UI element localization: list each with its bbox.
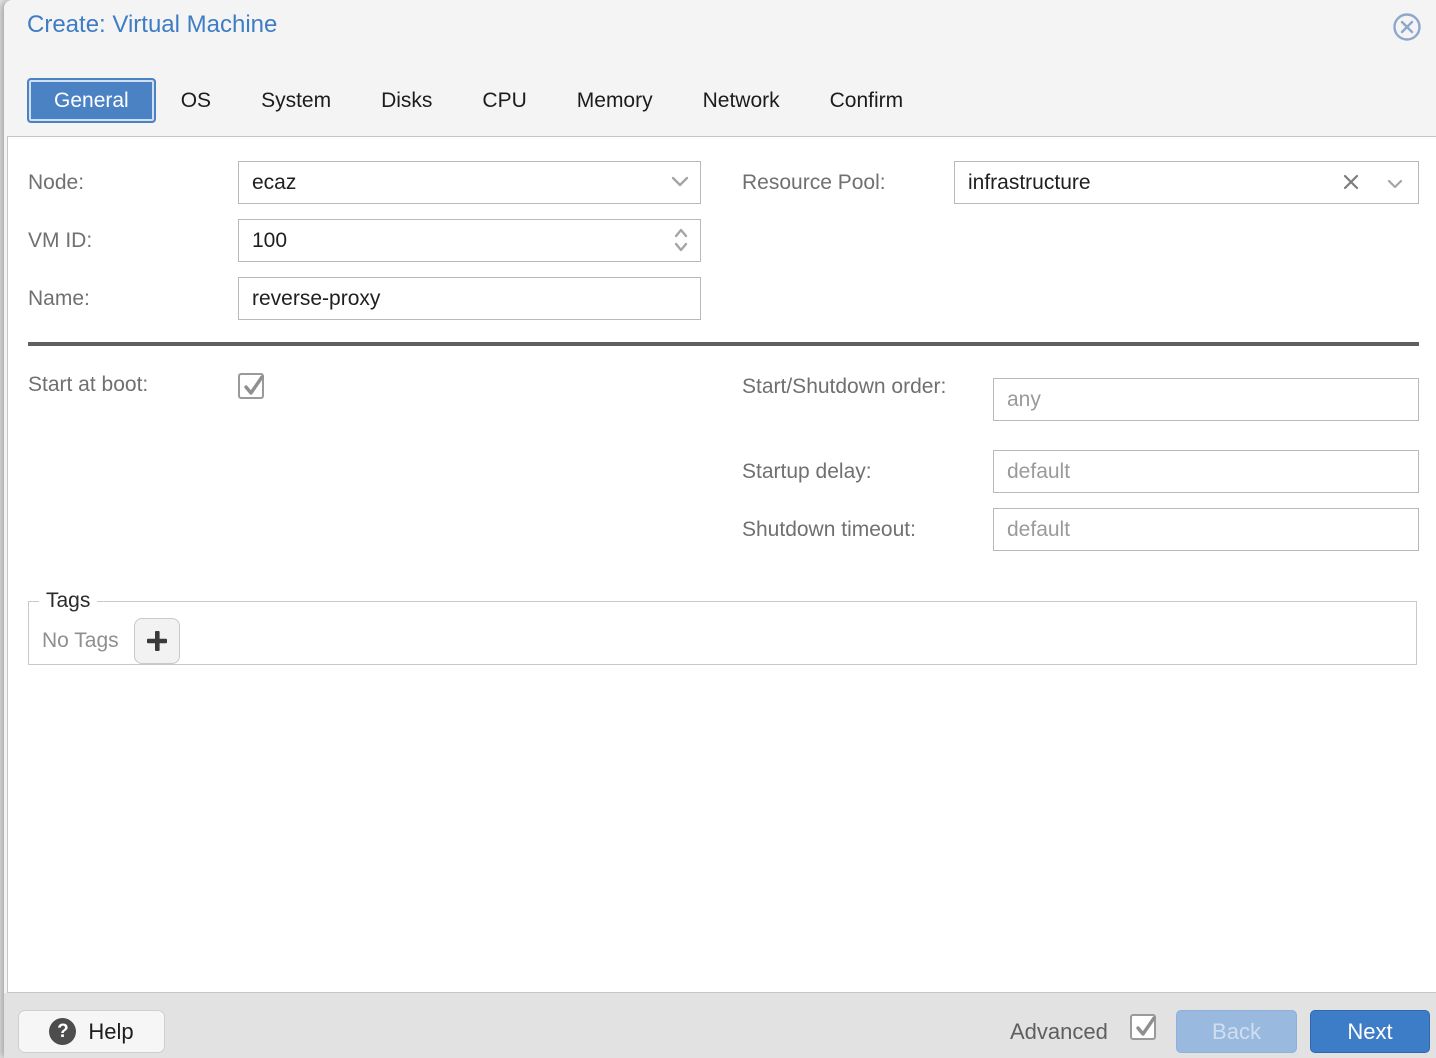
vm-id-spinner[interactable]	[238, 219, 701, 262]
wizard-tab-bar: General OS System Disks CPU Memory Netwo…	[27, 78, 928, 123]
section-divider	[28, 342, 1419, 346]
startup-delay-input[interactable]	[993, 450, 1419, 493]
tags-fieldset: Tags No Tags	[28, 589, 1417, 665]
screen: Create: Virtual Machine General OS Syste…	[0, 0, 1436, 1058]
start-shutdown-order-label: Start/Shutdown order:	[742, 372, 957, 402]
shutdown-timeout-input[interactable]	[993, 508, 1419, 551]
tags-row: No Tags	[29, 613, 1416, 664]
tab-confirm[interactable]: Confirm	[805, 78, 929, 123]
question-mark-icon: ?	[49, 1018, 76, 1045]
start-shutdown-order-input[interactable]	[993, 378, 1419, 421]
tab-general[interactable]: General	[27, 78, 156, 123]
check-icon	[1130, 1011, 1160, 1041]
check-icon	[238, 370, 268, 400]
create-vm-dialog: Create: Virtual Machine General OS Syste…	[4, 0, 1436, 1058]
advanced-label: Advanced	[1010, 1010, 1108, 1053]
tags-legend: Tags	[39, 589, 97, 613]
dialog-title: Create: Virtual Machine	[27, 11, 277, 39]
node-label: Node:	[28, 161, 84, 204]
start-at-boot-label: Start at boot:	[28, 368, 148, 402]
tab-system[interactable]: System	[236, 78, 356, 123]
startup-delay-label: Startup delay:	[742, 450, 872, 493]
clear-x-icon[interactable]	[1342, 173, 1360, 196]
tab-disks[interactable]: Disks	[356, 78, 457, 123]
tab-network[interactable]: Network	[678, 78, 805, 123]
name-input[interactable]	[238, 277, 701, 320]
name-label: Name:	[28, 277, 90, 320]
chevron-down-icon[interactable]	[1387, 177, 1403, 195]
no-tags-text: No Tags	[42, 629, 119, 653]
start-at-boot-checkbox[interactable]	[238, 373, 264, 399]
node-combobox[interactable]	[238, 161, 701, 204]
close-icon[interactable]	[1392, 12, 1422, 42]
dialog-footer: ? Help Advanced Back Next	[4, 993, 1436, 1058]
spinner-up-down-icon[interactable]	[674, 227, 688, 258]
help-button[interactable]: ? Help	[18, 1010, 165, 1053]
back-button[interactable]: Back	[1176, 1010, 1297, 1053]
advanced-checkbox[interactable]	[1130, 1014, 1156, 1040]
resource-pool-label: Resource Pool:	[742, 161, 886, 204]
shutdown-timeout-label: Shutdown timeout:	[742, 508, 916, 551]
tab-cpu[interactable]: CPU	[457, 78, 551, 123]
tab-os[interactable]: OS	[156, 78, 236, 123]
help-button-label: Help	[88, 1019, 133, 1045]
general-form-panel: Node: VM ID: Name: Resource Pool:	[7, 136, 1436, 993]
vm-id-label: VM ID:	[28, 219, 92, 262]
plus-icon	[145, 629, 169, 653]
chevron-down-icon[interactable]	[671, 175, 689, 193]
next-button[interactable]: Next	[1310, 1010, 1430, 1053]
tab-memory[interactable]: Memory	[552, 78, 678, 123]
add-tag-button[interactable]	[134, 618, 180, 664]
